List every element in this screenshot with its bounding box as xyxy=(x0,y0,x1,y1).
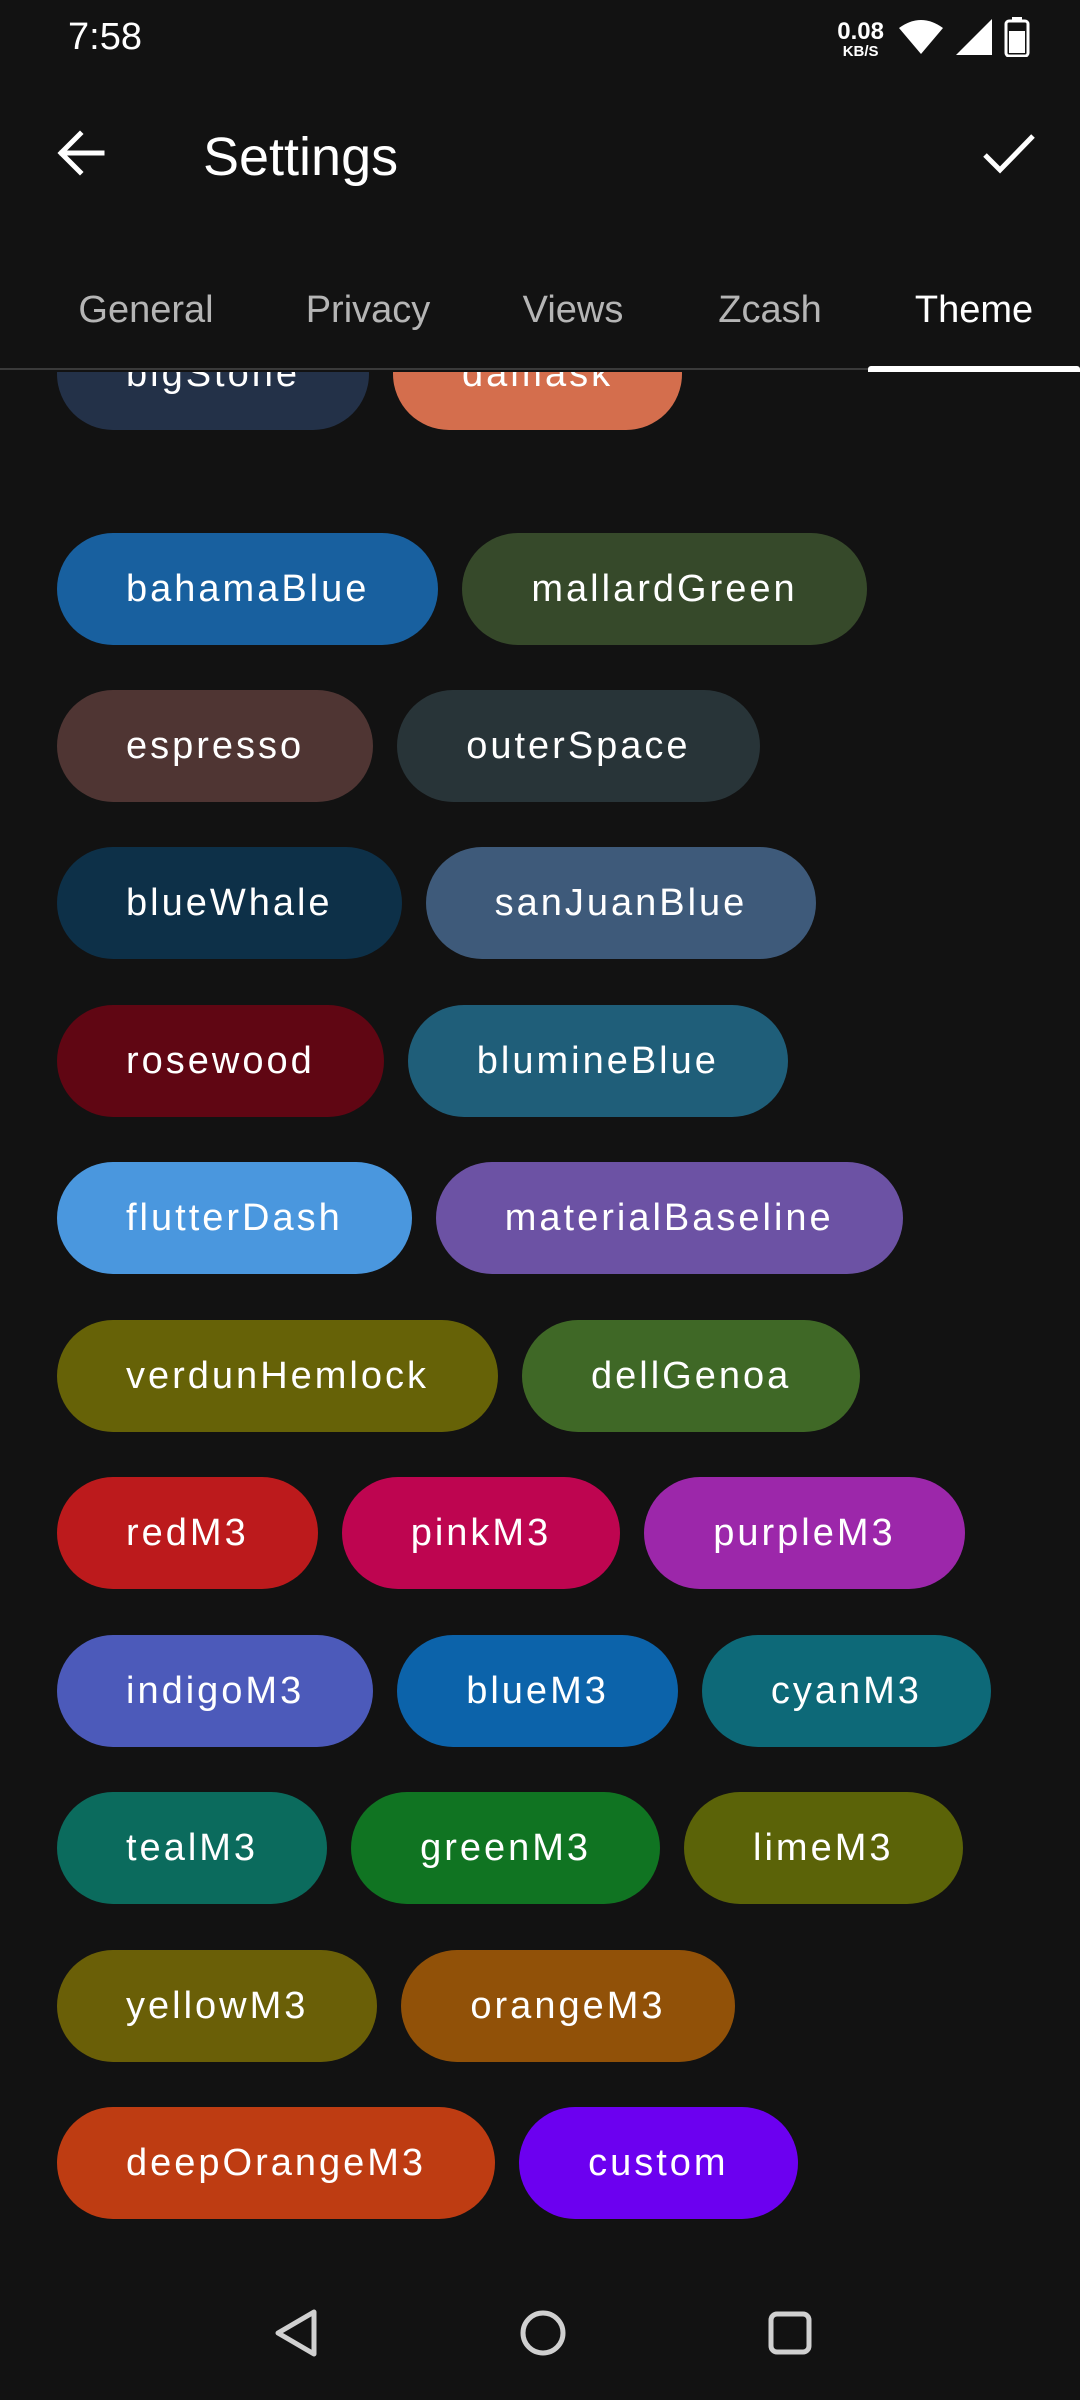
chip-row: bahamaBlue mallardGreen xyxy=(57,533,867,645)
network-speed-value: 0.08 xyxy=(837,17,884,45)
home-circle-icon xyxy=(518,2308,568,2363)
tab-theme[interactable]: Theme xyxy=(868,250,1080,370)
theme-chip-damask[interactable]: damask xyxy=(393,372,683,430)
theme-chip-cyanm3[interactable]: cyanM3 xyxy=(701,1635,991,1747)
page-title: Settings xyxy=(203,127,399,187)
chip-row: yellowM3 orangeM3 xyxy=(57,1950,735,2062)
theme-chip-limem3[interactable]: limeM3 xyxy=(684,1792,963,1904)
recents-square-icon xyxy=(766,2309,814,2362)
tab-privacy[interactable]: Privacy xyxy=(262,250,474,370)
nav-home-button[interactable] xyxy=(498,2290,588,2380)
tab-zcash[interactable]: Zcash xyxy=(672,250,868,370)
chip-row: espresso outerSpace xyxy=(57,690,760,802)
chip-row: flutterDash materialBaseline xyxy=(57,1162,903,1274)
theme-chip-mallardgreen[interactable]: mallardGreen xyxy=(462,533,867,645)
theme-chip-flutterdash[interactable]: flutterDash xyxy=(57,1162,412,1274)
theme-chip-custom[interactable]: custom xyxy=(519,2107,798,2219)
chip-row: verdunHemlock dellGenoa xyxy=(57,1320,861,1432)
chip-row: deepOrangeM3 custom xyxy=(57,2107,798,2219)
back-triangle-icon xyxy=(272,2308,320,2363)
signal-icon xyxy=(954,17,994,62)
chip-row: rosewood blumineBlue xyxy=(57,1005,788,1117)
theme-chip-indigom3[interactable]: indigoM3 xyxy=(57,1635,374,1747)
theme-chip-sanjuanblue[interactable]: sanJuanBlue xyxy=(425,847,817,959)
theme-chip-bluewhale[interactable]: blueWhale xyxy=(57,847,402,959)
save-button[interactable] xyxy=(974,120,1044,190)
wifi-icon xyxy=(898,18,944,61)
status-bar: 7:58 0.08 KB/S xyxy=(0,0,1080,78)
theme-chip-orangem3[interactable]: orangeM3 xyxy=(401,1950,735,2062)
theme-chip-bluminblue[interactable]: blumineBlue xyxy=(407,1005,788,1117)
chip-row: redM3 pinkM3 purpleM3 xyxy=(57,1477,965,1589)
theme-chip-rosewood[interactable]: rosewood xyxy=(57,1005,384,1117)
nav-recents-button[interactable] xyxy=(745,2290,835,2380)
theme-chip-greenm3[interactable]: greenM3 xyxy=(351,1792,661,1904)
battery-icon xyxy=(1004,16,1030,62)
theme-chip-bigstone[interactable]: bigStone xyxy=(57,372,370,430)
theme-chip-purplem3[interactable]: purpleM3 xyxy=(644,1477,965,1589)
settings-tabs: General Privacy Views Zcash Theme xyxy=(0,250,1080,370)
tab-views[interactable]: Views xyxy=(474,250,672,370)
chip-row: tealM3 greenM3 limeM3 xyxy=(57,1792,963,1904)
theme-chip-yellowm3[interactable]: yellowM3 xyxy=(57,1950,378,2062)
theme-chip-deeporangem3[interactable]: deepOrangeM3 xyxy=(57,2107,496,2219)
theme-chip-dellgenoa[interactable]: dellGenoa xyxy=(522,1320,861,1432)
checkmark-icon xyxy=(981,131,1037,180)
theme-chip-list[interactable]: bigStone damask bahamaBlue mallardGreen … xyxy=(0,372,1080,2227)
arrow-left-icon xyxy=(56,128,106,183)
theme-chip-materialbaseline[interactable]: materialBaseline xyxy=(435,1162,903,1274)
theme-chip-tealm3[interactable]: tealM3 xyxy=(57,1792,328,1904)
theme-chip-espresso[interactable]: espresso xyxy=(57,690,374,802)
chip-row: indigoM3 blueM3 cyanM3 xyxy=(57,1635,991,1747)
status-time: 7:58 xyxy=(68,16,142,58)
theme-chip-pinkm3[interactable]: pinkM3 xyxy=(341,1477,621,1589)
theme-chip-outerspace[interactable]: outerSpace xyxy=(397,690,760,802)
status-icons: 0.08 KB/S xyxy=(837,16,1030,62)
theme-chip-bahamablue[interactable]: bahamaBlue xyxy=(57,533,439,645)
theme-chip-bluem3[interactable]: blueM3 xyxy=(397,1635,678,1747)
network-speed-unit: KB/S xyxy=(842,42,879,60)
theme-chip-redm3[interactable]: redM3 xyxy=(57,1477,318,1589)
network-speed: 0.08 KB/S xyxy=(837,17,884,60)
app-bar: Settings xyxy=(0,90,1080,230)
chip-row: bigStone damask xyxy=(57,372,683,430)
theme-chip-verdunhemlock[interactable]: verdunHemlock xyxy=(57,1320,498,1432)
tab-general[interactable]: General xyxy=(40,250,252,370)
chip-row: blueWhale sanJuanBlue xyxy=(57,847,817,959)
back-button[interactable] xyxy=(46,120,116,190)
nav-back-button[interactable] xyxy=(251,2290,341,2380)
system-nav-bar xyxy=(0,2270,1080,2400)
